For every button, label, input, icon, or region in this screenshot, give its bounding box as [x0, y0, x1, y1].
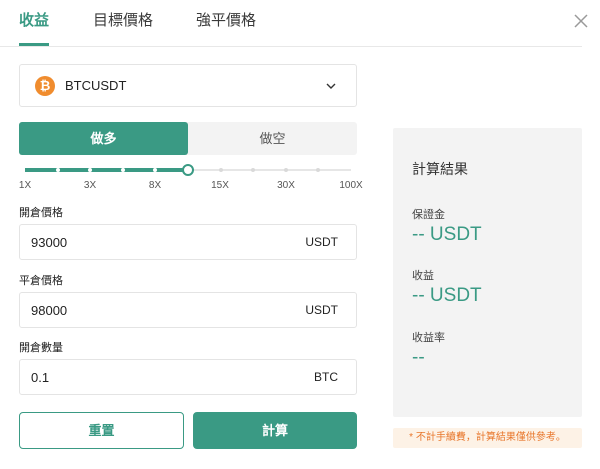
quantity-field: BTC — [19, 359, 357, 395]
margin-label: 保證金 — [412, 209, 445, 221]
tab-target-price[interactable]: 目標價格 — [93, 9, 153, 30]
calculate-button[interactable]: 計算 — [193, 412, 357, 449]
slider-tick — [316, 168, 321, 172]
reset-button[interactable]: 重置 — [19, 412, 184, 449]
pair-label: BTCUSDT — [65, 78, 127, 93]
quantity-unit: BTC — [314, 370, 338, 384]
leverage-label-100x[interactable]: 100X — [339, 180, 362, 191]
bitcoin-icon: ₿ — [35, 76, 55, 96]
leverage-label-3x[interactable]: 3X — [84, 180, 96, 191]
close-price-field: USDT — [19, 292, 357, 328]
close-price-input[interactable] — [31, 293, 281, 327]
tab-bar: 收益 目標價格 強平價格 — [0, 0, 582, 47]
long-button[interactable]: 做多 — [19, 122, 188, 155]
tab-liquidation-price[interactable]: 強平價格 — [196, 9, 256, 30]
active-tab-indicator — [19, 43, 49, 46]
slider-fill — [25, 168, 188, 172]
leverage-label-15x[interactable]: 15X — [211, 180, 229, 191]
margin-value: -- USDT — [412, 224, 482, 245]
slider-tick — [55, 168, 60, 172]
open-price-field: USDT — [19, 224, 357, 260]
slider-tick — [251, 168, 256, 172]
open-price-label: 開倉價格 — [19, 207, 63, 219]
leverage-slider[interactable] — [25, 163, 351, 177]
leverage-label-8x[interactable]: 8X — [149, 180, 161, 191]
slider-tick — [218, 168, 223, 172]
open-price-input[interactable] — [31, 225, 281, 259]
position-side-toggle: 做多 做空 — [19, 122, 357, 155]
pnl-label: 收益 — [412, 270, 434, 282]
quantity-input[interactable] — [31, 360, 281, 394]
close-price-unit: USDT — [305, 303, 338, 317]
pnl-value: -- USDT — [412, 285, 482, 306]
leverage-label-1x[interactable]: 1X — [19, 180, 31, 191]
short-button[interactable]: 做空 — [188, 122, 357, 155]
close-price-label: 平倉價格 — [19, 275, 63, 287]
open-price-unit: USDT — [305, 235, 338, 249]
result-panel: 計算結果 保證金 -- USDT 收益 -- USDT 收益率 -- — [393, 128, 582, 417]
roe-label: 收益率 — [412, 332, 445, 344]
tab-profit[interactable]: 收益 — [19, 9, 49, 30]
chevron-down-icon — [326, 83, 336, 89]
slider-tick — [120, 168, 125, 172]
pair-select[interactable]: ₿ BTCUSDT — [19, 64, 357, 107]
slider-handle[interactable] — [182, 164, 194, 176]
quantity-label: 開倉數量 — [19, 342, 63, 354]
disclaimer-note: * 不計手續費，計算結果僅供參考。 — [393, 428, 582, 448]
close-icon[interactable] — [572, 12, 590, 30]
result-title: 計算結果 — [412, 161, 468, 177]
roe-value: -- — [412, 347, 425, 368]
slider-tick — [283, 168, 288, 172]
leverage-label-30x[interactable]: 30X — [277, 180, 295, 191]
